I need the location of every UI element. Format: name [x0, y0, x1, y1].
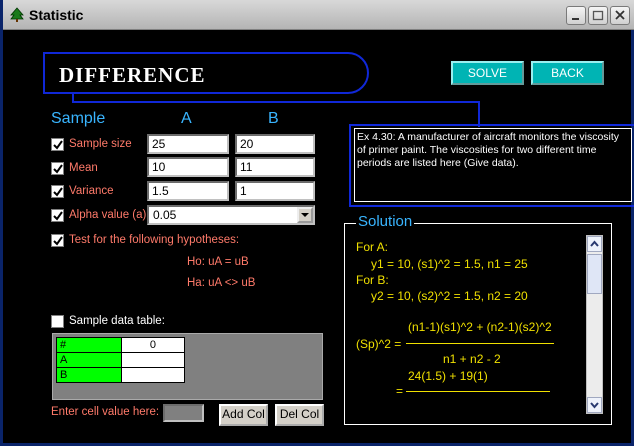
- solution-line: For B:: [356, 273, 389, 287]
- formula-denominator: n1 + n2 - 2: [443, 352, 501, 366]
- solution-line: y2 = 10, (s2)^2 = 1.5, n2 = 20: [371, 289, 528, 303]
- fraction-bar: [406, 391, 550, 392]
- grid-cell[interactable]: 0: [121, 337, 185, 353]
- tree-icon: [10, 7, 24, 22]
- window-title: Statistic: [29, 7, 84, 23]
- page-title: DIFFERENCE: [59, 63, 206, 87]
- solution-line: y1 = 10, (s1)^2 = 1.5, n1 = 25: [371, 257, 528, 271]
- back-button[interactable]: BACK: [531, 61, 604, 85]
- sample-data-grid[interactable]: # 0 A B: [52, 333, 323, 400]
- mean-label: Mean: [69, 162, 98, 174]
- formula-label: (Sp)^2 =: [356, 337, 402, 351]
- hypotheses-label: Test for the following hypotheses:: [69, 234, 240, 246]
- alpha-value: 0.05: [153, 208, 177, 222]
- formula-substituted: 24(1.5) + 19(1): [408, 369, 488, 383]
- grid-cell[interactable]: [121, 367, 185, 383]
- formula-numerator: (n1-1)(s1)^2 + (n2-1)(s2)^2: [408, 320, 552, 334]
- fraction-bar: [406, 343, 554, 344]
- check-icon: [53, 236, 63, 246]
- data-table-label: Sample data table:: [69, 315, 165, 327]
- variance-label: Variance: [69, 185, 114, 197]
- sample-heading: Sample: [51, 110, 106, 127]
- dropdown-button[interactable]: [297, 207, 313, 223]
- variance-b-input[interactable]: 1: [235, 181, 315, 201]
- hypotheses-checkbox[interactable]: [51, 234, 64, 247]
- solution-title: Solution: [356, 213, 415, 230]
- variance-checkbox[interactable]: [51, 185, 64, 198]
- chevron-down-icon: [301, 213, 309, 217]
- sample-size-b-input[interactable]: 20: [235, 134, 315, 154]
- cell-value-input[interactable]: [163, 404, 204, 422]
- chevron-up-icon: [590, 240, 599, 247]
- check-icon: [53, 187, 63, 197]
- connector-line: [72, 101, 480, 103]
- cell-value-label: Enter cell value here:: [51, 406, 160, 418]
- minimize-icon: [572, 18, 579, 20]
- null-hypothesis: Ho: uA = uB: [187, 256, 249, 268]
- sample-size-label: Sample size: [69, 138, 132, 150]
- mean-b-input[interactable]: 11: [235, 157, 315, 177]
- column-a-heading: A: [181, 110, 192, 127]
- grid-cell[interactable]: [121, 352, 185, 368]
- solve-button[interactable]: SOLVE: [451, 61, 524, 85]
- grid-row-header: #: [56, 337, 122, 353]
- client-area: DIFFERENCE SOLVE BACK Sample A B Sample …: [3, 30, 634, 443]
- del-col-button[interactable]: Del Col: [275, 404, 324, 426]
- data-table-checkbox[interactable]: [51, 315, 64, 328]
- grid-row-header: B: [56, 367, 122, 383]
- scroll-thumb[interactable]: [587, 254, 602, 294]
- example-text: Ex 4.30: A manufacturer of aircraft moni…: [357, 131, 620, 169]
- alpha-label: Alpha value (a): [69, 209, 147, 221]
- scroll-up-button[interactable]: [587, 236, 602, 252]
- check-icon: [53, 211, 63, 221]
- mean-checkbox[interactable]: [51, 162, 64, 175]
- add-col-button[interactable]: Add Col: [219, 404, 268, 426]
- alternative-hypothesis: Ha: uA <> uB: [187, 277, 256, 289]
- minimize-button[interactable]: [566, 6, 586, 25]
- maximize-button[interactable]: [588, 6, 608, 25]
- check-icon: [53, 140, 63, 150]
- mean-a-input[interactable]: 10: [147, 157, 229, 177]
- chevron-down-icon: [590, 402, 599, 409]
- solution-scrollbar[interactable]: [586, 235, 603, 414]
- sample-size-a-input[interactable]: 25: [147, 134, 229, 154]
- grid-row-header: A: [56, 352, 122, 368]
- close-button[interactable]: [610, 6, 630, 25]
- title-bar[interactable]: Statistic: [3, 0, 634, 30]
- column-b-heading: B: [268, 110, 279, 127]
- alpha-select[interactable]: 0.05: [147, 205, 315, 225]
- close-icon: [615, 10, 625, 20]
- solution-line: For A:: [356, 240, 389, 254]
- alpha-checkbox[interactable]: [51, 209, 64, 222]
- variance-a-input[interactable]: 1.5: [147, 181, 229, 201]
- scroll-down-button[interactable]: [587, 397, 602, 413]
- sample-size-checkbox[interactable]: [51, 138, 64, 151]
- check-icon: [53, 164, 63, 174]
- formula-equals: =: [396, 384, 404, 398]
- maximize-icon: [592, 10, 604, 21]
